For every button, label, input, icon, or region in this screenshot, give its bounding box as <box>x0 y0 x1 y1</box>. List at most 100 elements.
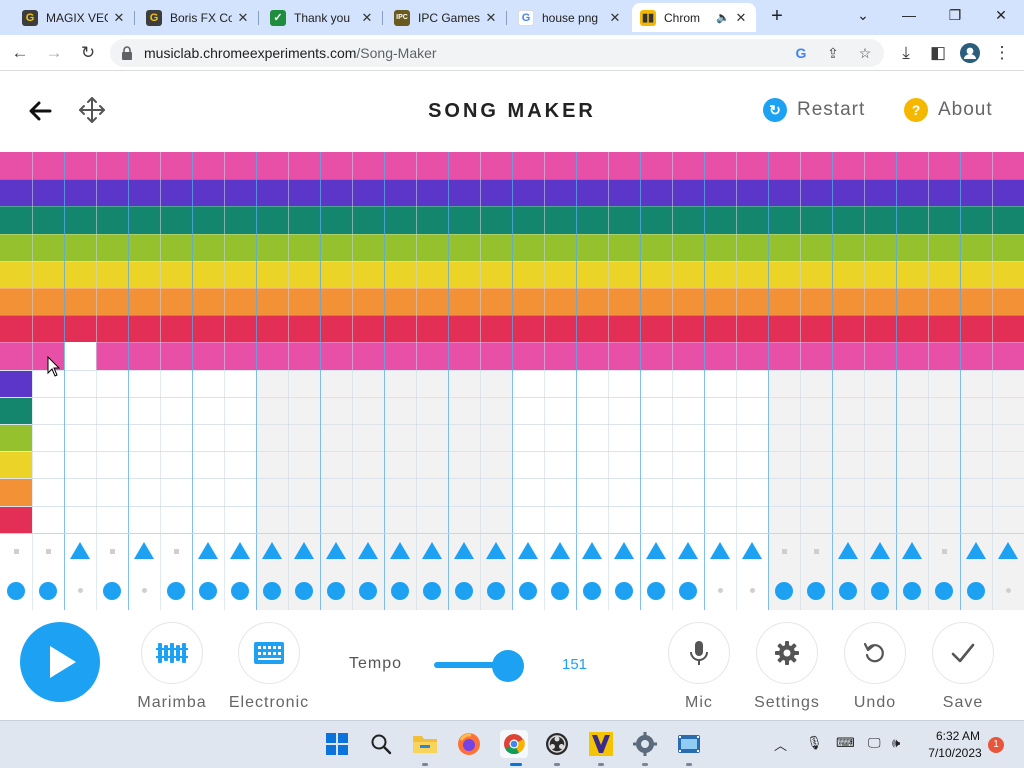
percussion-triangle-on[interactable] <box>294 541 314 559</box>
share-icon[interactable]: ⇪ <box>824 44 842 62</box>
percussion-triangle-on[interactable] <box>710 541 730 559</box>
speaker-icon[interactable]: 🔈 <box>716 11 730 24</box>
percussion-triangle-on[interactable] <box>902 541 922 559</box>
percussion-circle-on[interactable] <box>199 581 217 600</box>
marimba-button[interactable]: Marimba <box>132 622 212 712</box>
percussion-triangle-on[interactable] <box>742 541 762 559</box>
note-grid[interactable] <box>0 152 1024 610</box>
volume-icon[interactable]: 🕪 <box>892 735 900 751</box>
chrome-icon[interactable] <box>500 730 528 758</box>
search-icon[interactable] <box>368 731 394 757</box>
new-tab-button[interactable]: + <box>766 5 788 27</box>
percussion-triangle-on[interactable] <box>454 541 474 559</box>
percussion-circle-on[interactable] <box>615 581 633 600</box>
profile-avatar-icon[interactable] <box>958 41 982 65</box>
percussion-slot-off[interactable] <box>941 548 947 554</box>
play-button[interactable] <box>20 622 100 702</box>
download-icon[interactable]: ⤓ <box>894 41 918 65</box>
percussion-triangle-on[interactable] <box>646 541 666 559</box>
percussion-circle-on[interactable] <box>423 581 441 600</box>
chevron-up-icon[interactable]: ︿ <box>774 735 787 754</box>
percussion-circle-on[interactable] <box>871 581 889 600</box>
file-explorer-icon[interactable] <box>412 731 438 757</box>
magix-vegas-icon[interactable] <box>588 731 614 757</box>
percussion-circle-on[interactable] <box>839 581 857 600</box>
percussion-circle-on[interactable] <box>647 581 665 600</box>
kebab-menu-icon[interactable]: ⋮ <box>990 41 1014 65</box>
google-lens-icon[interactable]: G <box>792 44 810 62</box>
settings-button[interactable]: Settings <box>747 622 827 712</box>
percussion-triangle-on[interactable] <box>870 541 890 559</box>
mic-button[interactable]: Mic <box>659 622 739 712</box>
percussion-triangle-on[interactable] <box>486 541 506 559</box>
percussion-triangle-on[interactable] <box>358 541 378 559</box>
firefox-icon[interactable] <box>456 731 482 757</box>
close-icon[interactable]: ✕ <box>734 10 748 26</box>
close-icon[interactable]: ✕ <box>484 10 498 26</box>
notification-badge[interactable]: 1 <box>988 737 1004 753</box>
about-button[interactable]: ? About <box>904 98 993 122</box>
close-icon[interactable]: ✕ <box>236 10 250 26</box>
percussion-circle-on[interactable] <box>807 581 825 600</box>
percussion-circle-on[interactable] <box>7 581 25 600</box>
percussion-slot-off[interactable] <box>141 588 147 594</box>
percussion-slot-off[interactable] <box>45 548 51 554</box>
percussion-circle-on[interactable] <box>583 581 601 600</box>
percussion-circle-on[interactable] <box>487 581 505 600</box>
microphone-tray-icon[interactable]: 🎙 <box>806 735 823 751</box>
percussion-triangle-on[interactable] <box>390 541 410 559</box>
address-bar[interactable]: musiclab.chromeexperiments.com/Song-Make… <box>110 39 884 67</box>
percussion-triangle-on[interactable] <box>198 541 218 559</box>
save-button[interactable]: Save <box>923 622 1003 712</box>
minimize-icon[interactable]: — <box>886 0 932 30</box>
tempo-slider-handle[interactable] <box>492 650 524 682</box>
percussion-circle-on[interactable] <box>295 581 313 600</box>
percussion-slot-off[interactable] <box>813 548 819 554</box>
percussion-circle-on[interactable] <box>903 581 921 600</box>
tab-chrome-music-lab[interactable]: ▮▮ Chrom 🔈 ✕ <box>632 3 756 32</box>
clock-date[interactable]: 7/10/2023 <box>922 746 988 760</box>
tab-borisfx[interactable]: G Boris FX Co ✕ <box>138 3 259 32</box>
bookmark-star-icon[interactable]: ☆ <box>856 44 874 62</box>
percussion-circle-on[interactable] <box>967 581 985 600</box>
tab-thank-you[interactable]: ✓ Thank you ✕ <box>262 3 383 32</box>
percussion-circle-on[interactable] <box>263 581 281 600</box>
windows-start-icon[interactable] <box>324 731 350 757</box>
percussion-circle-on[interactable] <box>551 581 569 600</box>
percussion-triangle-on[interactable] <box>614 541 634 559</box>
clock-time[interactable]: 6:32 AM <box>930 729 986 743</box>
percussion-slot-off[interactable] <box>749 588 755 594</box>
obs-icon[interactable] <box>544 731 570 757</box>
percussion-circle-on[interactable] <box>455 581 473 600</box>
percussion-slot-off[interactable] <box>13 548 19 554</box>
percussion-slot-off[interactable] <box>781 548 787 554</box>
restart-button[interactable]: ↻ Restart <box>763 98 865 122</box>
percussion-triangle-on[interactable] <box>230 541 250 559</box>
percussion-circle-on[interactable] <box>167 581 185 600</box>
percussion-triangle-on[interactable] <box>966 541 986 559</box>
percussion-triangle-on[interactable] <box>422 541 442 559</box>
percussion-slot-off[interactable] <box>109 548 115 554</box>
network-icon[interactable]: 🖵 <box>868 735 881 751</box>
percussion-triangle-on[interactable] <box>262 541 282 559</box>
percussion-circle-on[interactable] <box>231 581 249 600</box>
empty-note-cell[interactable] <box>64 342 96 370</box>
close-window-icon[interactable]: ✕ <box>978 0 1024 30</box>
percussion-slot-off[interactable] <box>1005 588 1011 594</box>
percussion-triangle-on[interactable] <box>326 541 346 559</box>
forward-arrow-icon[interactable]: → <box>42 41 66 65</box>
percussion-circle-on[interactable] <box>359 581 377 600</box>
side-panel-icon[interactable]: ◧ <box>926 41 950 65</box>
percussion-slot-off[interactable] <box>77 588 83 594</box>
percussion-triangle-on[interactable] <box>518 541 538 559</box>
tab-ipc-games[interactable]: IPC IPC Games ✕ <box>386 3 507 32</box>
percussion-slot-off[interactable] <box>717 588 723 594</box>
tab-magix[interactable]: G MAGIX VEG ✕ <box>14 3 135 32</box>
keyboard-icon[interactable]: ⌨ <box>836 735 855 751</box>
percussion-triangle-on[interactable] <box>838 541 858 559</box>
percussion-circle-on[interactable] <box>679 581 697 600</box>
restore-icon[interactable]: ❐ <box>932 0 978 30</box>
percussion-triangle-on[interactable] <box>550 541 570 559</box>
percussion-triangle-on[interactable] <box>678 541 698 559</box>
reload-icon[interactable]: ↻ <box>76 41 100 65</box>
